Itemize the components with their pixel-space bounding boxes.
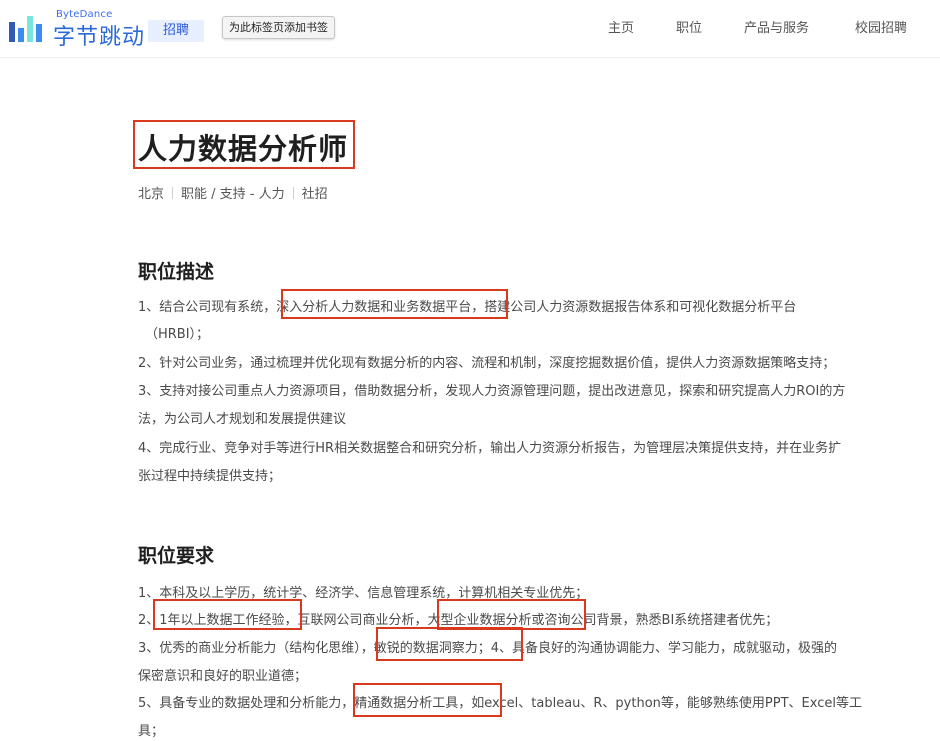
nav-products[interactable]: 产品与服务 bbox=[744, 17, 809, 36]
logo-chinese-text: 字节跳动 bbox=[53, 25, 146, 50]
bookmark-tooltip: 为此标签页添加书签 bbox=[222, 16, 335, 39]
title-highlight-box bbox=[133, 120, 355, 169]
meta-divider bbox=[172, 187, 174, 199]
requirement-line: 具； bbox=[138, 724, 165, 739]
nav-campus[interactable]: 校园招聘 bbox=[855, 17, 907, 36]
description-line: 3、支持对接公司重点人力资源项目，借助数据分析，发现人力资源管理问题，提出改进意… bbox=[138, 384, 846, 399]
meta-divider bbox=[292, 187, 294, 199]
highlight-box bbox=[376, 627, 523, 661]
requirements-heading: 职位要求 bbox=[138, 545, 215, 567]
description-line: 2、针对公司业务，通过梳理并优化现有数据分析的内容、流程和机制，深度挖掘数据价值… bbox=[138, 356, 836, 371]
description-line: （HRBI）； bbox=[145, 327, 210, 342]
bytedance-logo[interactable]: ByteDance 字节跳动 bbox=[9, 8, 149, 50]
logo-bars-icon bbox=[9, 16, 42, 42]
highlight-box bbox=[437, 599, 586, 630]
job-location: 北京 bbox=[138, 187, 165, 202]
highlight-box bbox=[281, 289, 508, 319]
description-heading: 职位描述 bbox=[138, 261, 215, 283]
nav-jobs[interactable]: 职位 bbox=[676, 17, 702, 36]
description-line: 4、完成行业、竞争对手等进行HR相关数据整合和研究分析，输出人力资源分析报告，为… bbox=[138, 441, 842, 456]
top-header: ByteDance 字节跳动 招聘 为此标签页添加书签 主页 职位 产品与服务 … bbox=[0, 0, 940, 58]
highlight-box bbox=[353, 683, 502, 717]
job-type: 社招 bbox=[301, 187, 328, 202]
job-category: 职能 / 支持 - 人力 bbox=[181, 187, 285, 202]
nav-home[interactable]: 主页 bbox=[608, 17, 634, 36]
highlight-box bbox=[153, 599, 302, 630]
description-line: 张过程中持续提供支持； bbox=[138, 469, 282, 484]
requirement-line: 保密意识和良好的职业道德； bbox=[138, 669, 308, 684]
description-line: 法，为公司人才规划和发展提供建议 bbox=[138, 412, 347, 427]
job-meta: 北京 职能 / 支持 - 人力 社招 bbox=[138, 183, 328, 202]
recruit-badge[interactable]: 招聘 bbox=[148, 20, 204, 42]
